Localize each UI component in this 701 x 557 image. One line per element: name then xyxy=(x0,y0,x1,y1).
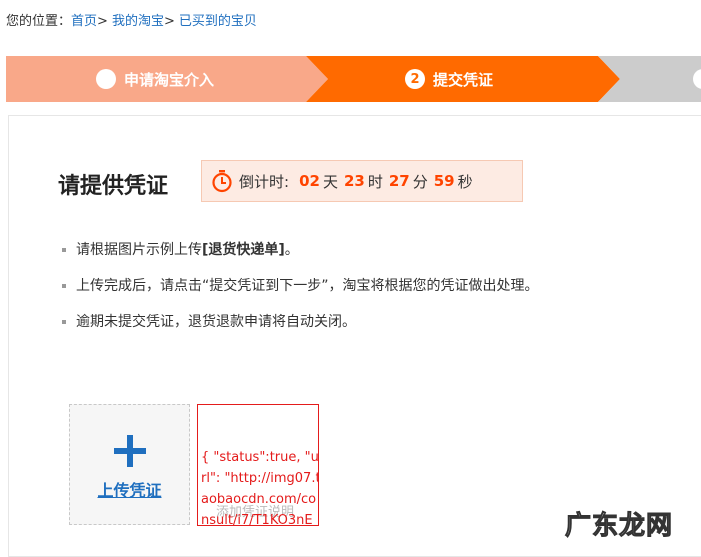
countdown-label: 倒计时: xyxy=(239,172,290,191)
bullet-icon xyxy=(62,284,66,288)
breadcrumb-prefix: 您的位置： xyxy=(6,14,72,29)
page-title: 请提供凭证 xyxy=(58,174,169,199)
instruction-item: 逾期未提交凭证，退货退款申请将自动关闭。 xyxy=(62,312,539,348)
upload-voucher-button[interactable]: 上传凭证 xyxy=(69,404,190,525)
instruction-text: 逾期未提交凭证，退货退款申请将自动关闭。 xyxy=(76,314,356,330)
example-json-text: { "status":true, "u rl": "http://img07.t… xyxy=(201,450,319,526)
plus-icon xyxy=(114,435,146,471)
step-2-label: 提交凭证 xyxy=(433,70,494,89)
instruction-text: 上传完成后，请点击“提交凭证到下一步”，淘宝将根据您的凭证做出处理。 xyxy=(76,278,539,294)
example-image: 添加凭证说明 { "status":true, "u rl": "http://… xyxy=(197,404,319,526)
breadcrumb-separator: > xyxy=(97,14,108,29)
countdown-timer: 倒计时: 02 天 23 时 27 分 59 秒 xyxy=(201,160,523,202)
step-2-number: 2 xyxy=(405,69,425,89)
check-icon xyxy=(96,58,116,89)
instruction-list: 请根据图片示例上传[退货快递单]。 上传完成后，请点击“提交凭证到下一步”，淘宝… xyxy=(62,240,539,348)
step-1-label: 申请淘宝介入 xyxy=(124,70,215,89)
countdown-hours: 23 xyxy=(343,172,365,190)
upload-voucher-label: 上传凭证 xyxy=(97,481,162,500)
bullet-icon xyxy=(62,248,66,252)
bullet-icon xyxy=(62,320,66,324)
countdown-days: 02 xyxy=(299,172,320,190)
instruction-suffix: 。 xyxy=(284,242,299,258)
countdown-minutes-unit: 分 xyxy=(412,172,428,191)
step-2: 2 提交凭证 xyxy=(405,56,493,102)
breadcrumb-separator: > xyxy=(163,14,175,29)
progress-steps: 申请淘宝介入 2 提交凭证 xyxy=(6,56,701,102)
stopwatch-icon xyxy=(211,169,233,193)
breadcrumb: 您的位置：首页> 我的淘宝> 已买到的宝贝 xyxy=(6,10,257,29)
countdown-seconds: 59 xyxy=(433,172,455,190)
instruction-item: 请根据图片示例上传[退货快递单]。 xyxy=(62,240,539,276)
countdown-minutes: 27 xyxy=(388,172,410,190)
breadcrumb-link-my-taobao[interactable]: 我的淘宝 xyxy=(112,14,164,29)
countdown-seconds-unit: 秒 xyxy=(457,172,473,191)
step-1: 申请淘宝介入 xyxy=(96,56,214,102)
instruction-text: 请根据图片示例上传 xyxy=(76,242,202,258)
instruction-highlight: [退货快递单] xyxy=(202,242,285,258)
instruction-item: 上传完成后，请点击“提交凭证到下一步”，淘宝将根据您的凭证做出处理。 xyxy=(62,276,539,312)
watermark-logo: 广东龙网 xyxy=(564,511,674,542)
breadcrumb-link-purchased[interactable]: 已买到的宝贝 xyxy=(179,14,257,29)
breadcrumb-link-home[interactable]: 首页 xyxy=(71,14,97,29)
countdown-hours-unit: 时 xyxy=(367,172,383,191)
countdown-days-unit: 天 xyxy=(322,172,338,191)
